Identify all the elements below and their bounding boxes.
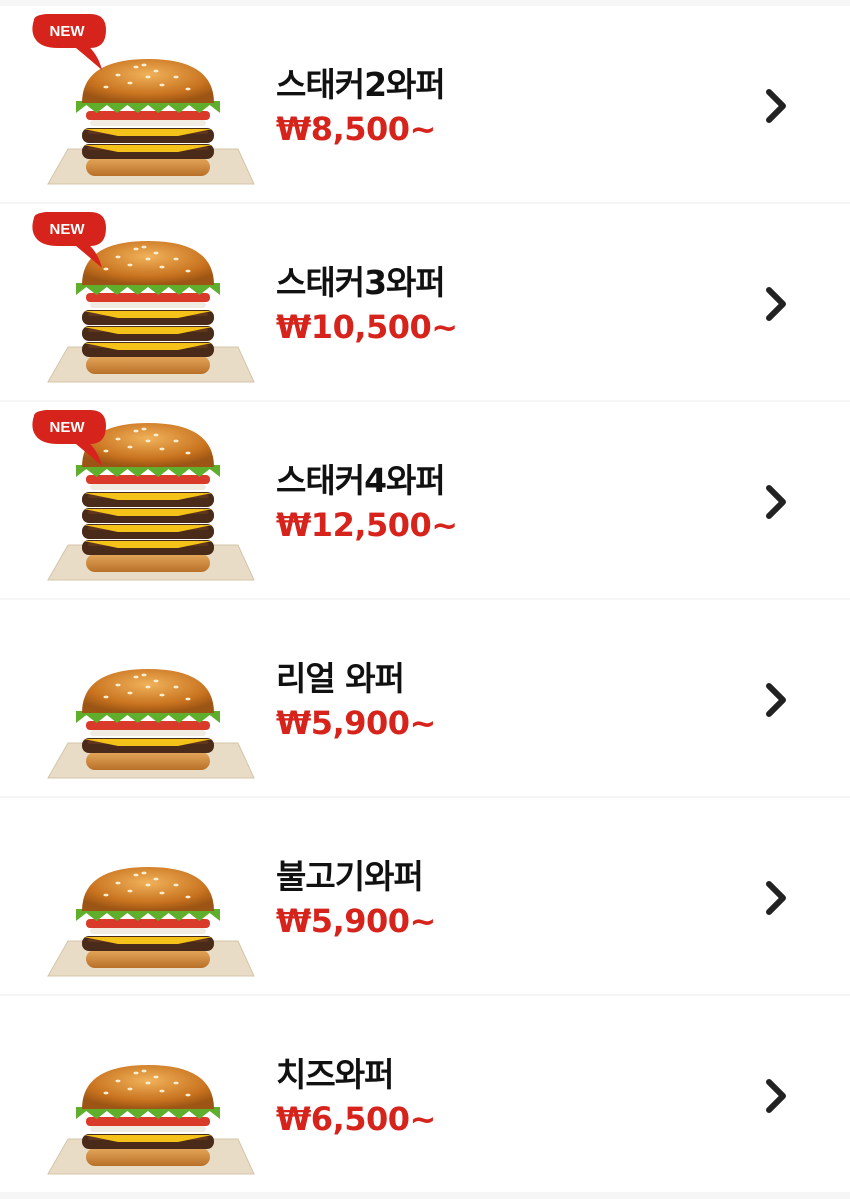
item-price: ₩10,500~ <box>276 308 458 346</box>
item-price: ₩8,500~ <box>276 110 436 148</box>
burger-image: NEW <box>28 14 268 194</box>
item-price: ₩5,900~ <box>276 902 436 940</box>
svg-text:NEW: NEW <box>50 419 86 436</box>
svg-text:NEW: NEW <box>50 23 86 40</box>
menu-item[interactable]: NEW 스태커4와퍼 ₩12,500~ <box>0 402 850 598</box>
burger-image <box>28 806 268 986</box>
chevron-right-icon[interactable] <box>762 680 792 720</box>
chevron-right-icon[interactable] <box>762 284 792 324</box>
chevron-right-icon[interactable] <box>762 482 792 522</box>
menu-item[interactable]: 리얼 와퍼 ₩5,900~ <box>0 600 850 796</box>
menu-item[interactable]: NEW 스태커2와퍼 ₩8,500~ <box>0 6 850 202</box>
item-name: 스태커4와퍼 <box>276 461 446 500</box>
burger-image: NEW <box>28 212 268 392</box>
burger-image <box>28 1004 268 1184</box>
burger-image: NEW <box>28 410 268 590</box>
menu-item[interactable]: 불고기와퍼 ₩5,900~ <box>0 798 850 994</box>
item-price: ₩12,500~ <box>276 506 458 544</box>
item-name: 스태커3와퍼 <box>276 263 446 302</box>
chevron-right-icon[interactable] <box>762 1076 792 1116</box>
chevron-right-icon[interactable] <box>762 878 792 918</box>
menu-item[interactable]: NEW 스태커3와퍼 ₩10,500~ <box>0 204 850 400</box>
burger-image <box>28 608 268 788</box>
svg-text:NEW: NEW <box>50 221 86 238</box>
chevron-right-icon[interactable] <box>762 86 792 126</box>
new-badge: NEW <box>32 212 106 268</box>
item-price: ₩6,500~ <box>276 1100 436 1138</box>
item-price: ₩5,900~ <box>276 704 436 742</box>
new-badge: NEW <box>32 14 106 70</box>
menu-item[interactable]: 치즈와퍼 ₩6,500~ <box>0 996 850 1192</box>
item-name: 불고기와퍼 <box>276 857 424 896</box>
item-name: 리얼 와퍼 <box>276 659 405 698</box>
item-name: 치즈와퍼 <box>276 1055 394 1094</box>
menu-list: NEW 스태커2와퍼 ₩8,500~ NEW 스태커3와퍼 ₩10,500~ NEW 스태커4… <box>0 6 850 1194</box>
new-badge: NEW <box>32 410 106 466</box>
item-name: 스태커2와퍼 <box>276 65 446 104</box>
